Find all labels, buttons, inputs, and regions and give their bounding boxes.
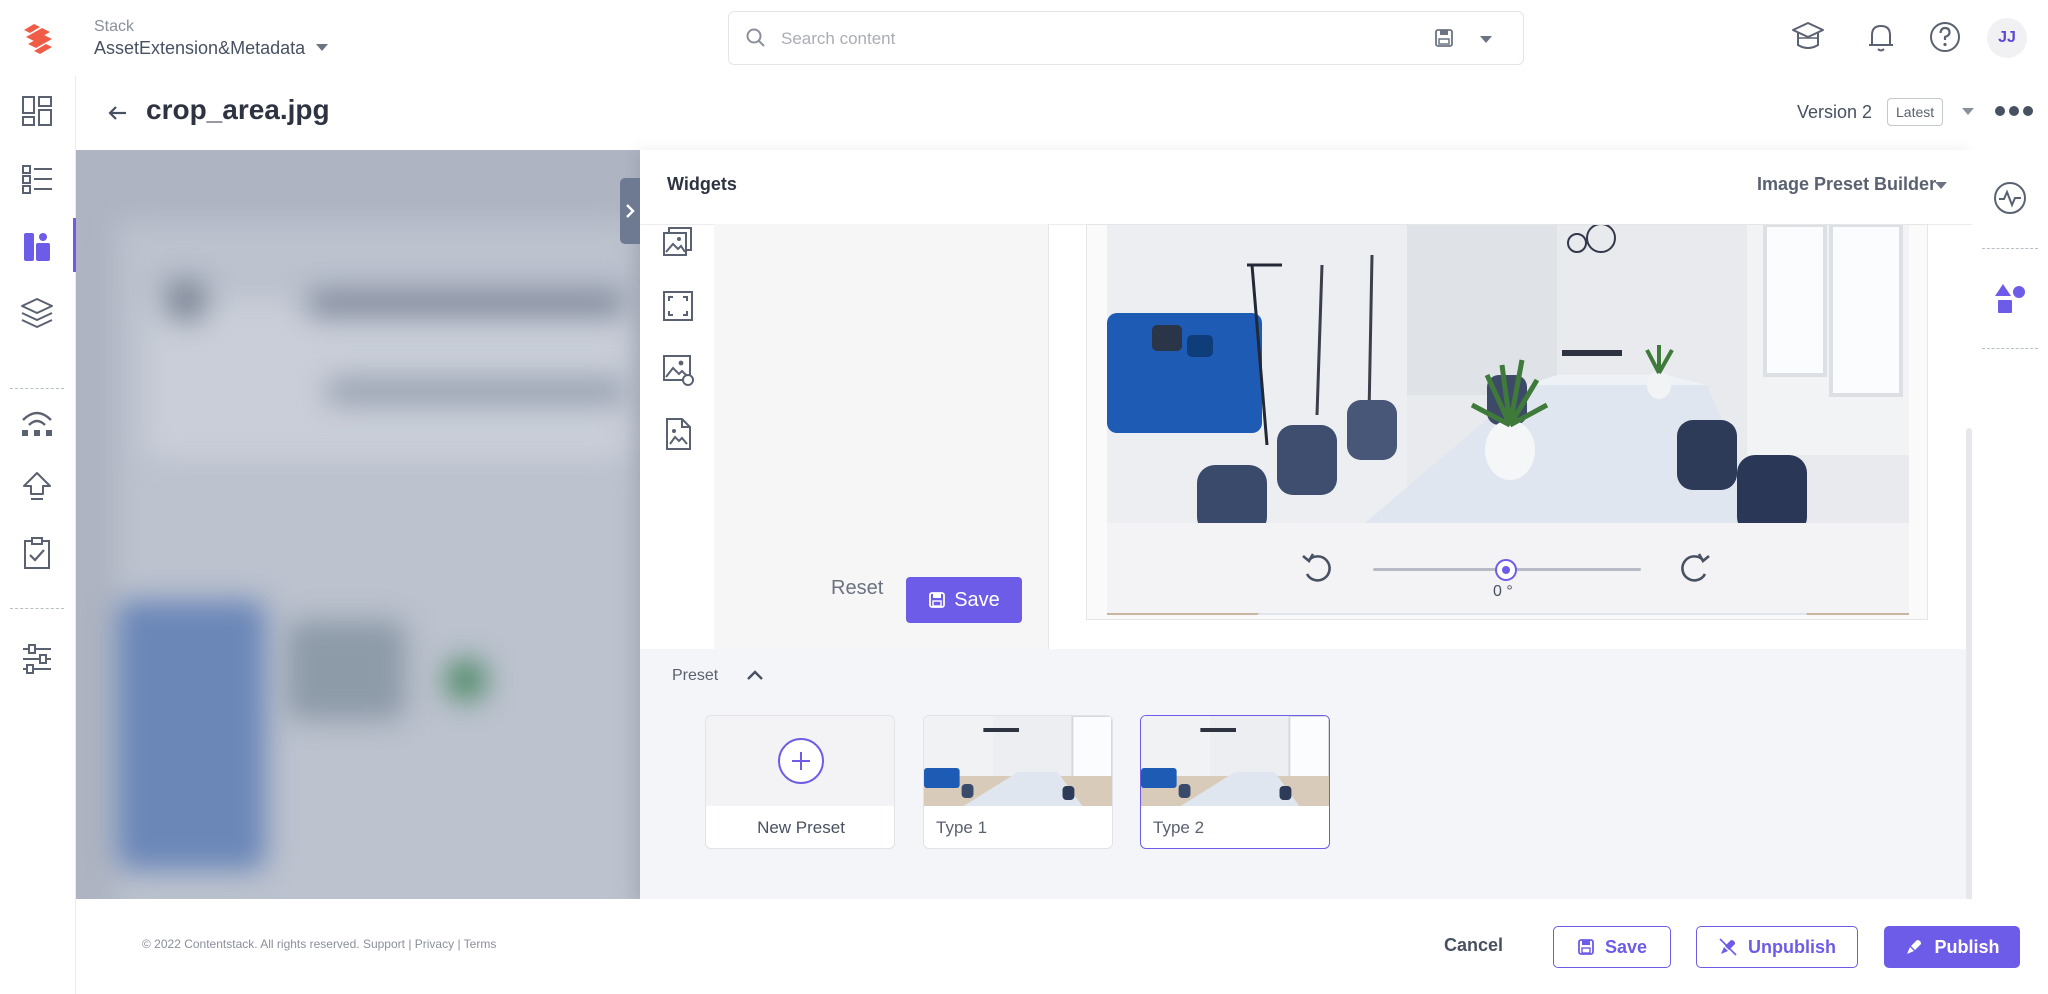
- preset-card[interactable]: Type 1: [923, 715, 1113, 849]
- assets-icon[interactable]: [18, 228, 56, 266]
- version-caret-icon[interactable]: [1962, 108, 1974, 115]
- preset-section: Preset New Preset Type 1 Type 2: [640, 649, 1966, 899]
- settings-icon[interactable]: [18, 640, 56, 678]
- shapes-icon[interactable]: [1992, 280, 2028, 316]
- image-file-icon[interactable]: [660, 416, 696, 452]
- entries-icon[interactable]: [18, 160, 56, 198]
- preset-card-new[interactable]: New Preset: [705, 715, 895, 849]
- collapse-panel-button[interactable]: [620, 178, 640, 244]
- rotate-right-icon[interactable]: [1677, 550, 1713, 586]
- unpublish-icon: [1719, 938, 1737, 956]
- logo-icon[interactable]: [20, 22, 56, 56]
- latest-badge: Latest: [1887, 98, 1944, 126]
- footer: © 2022 Contentstack. All rights reserved…: [76, 899, 2048, 994]
- back-arrow-icon[interactable]: [104, 99, 132, 127]
- rail-divider: [1982, 348, 2038, 349]
- save-icon: [929, 592, 946, 608]
- preset-card-selected[interactable]: Type 2: [1140, 715, 1330, 849]
- crop-frame-icon[interactable]: [660, 288, 696, 324]
- widget-save-button[interactable]: Save: [906, 577, 1022, 623]
- reset-button[interactable]: Reset: [831, 577, 883, 600]
- unpublish-button[interactable]: Unpublish: [1696, 926, 1858, 968]
- image-preview-card: 0 °: [1086, 224, 1928, 620]
- bell-icon[interactable]: [1862, 18, 1900, 56]
- avatar[interactable]: JJ: [1987, 18, 2027, 58]
- version-selector[interactable]: Version 2: [1797, 102, 1872, 123]
- right-rail: [1972, 150, 2048, 899]
- preset-name: Type 2: [1153, 818, 1205, 837]
- image-settings-icon[interactable]: [660, 352, 696, 388]
- unpublish-label: Unpublish: [1748, 936, 1836, 957]
- widget-selector-caret-icon[interactable]: [1935, 182, 1947, 189]
- page-title: crop_area.jpg: [146, 94, 330, 125]
- left-nav: [0, 76, 76, 994]
- stack-selector[interactable]: AssetExtension&Metadata: [94, 38, 305, 59]
- publish-button[interactable]: Publish: [1884, 926, 2020, 968]
- activity-icon[interactable]: [1992, 180, 2028, 216]
- deploy-icon[interactable]: [18, 468, 56, 506]
- academy-icon[interactable]: [1789, 18, 1827, 56]
- rocket-icon: [1907, 940, 1922, 954]
- widget-tools-area: Reset Save: [714, 224, 1049, 649]
- nav-divider: [10, 388, 64, 389]
- search-icon: [746, 28, 765, 47]
- preset-name: Type 1: [936, 818, 988, 837]
- footer-save-button[interactable]: Save: [1553, 926, 1671, 968]
- dashboard-icon[interactable]: [18, 92, 56, 130]
- image-icon[interactable]: [660, 224, 696, 260]
- footer-save-label: Save: [1604, 936, 1648, 957]
- preset-thumbnail: [1141, 716, 1329, 806]
- widget-selector[interactable]: Image Preset Builder: [1757, 174, 1936, 195]
- save-icon: [1578, 939, 1594, 955]
- stack-label: Stack: [94, 18, 135, 35]
- search-bar: [728, 11, 1524, 65]
- preset-name: New Preset: [757, 818, 845, 837]
- chevron-up-icon[interactable]: [744, 665, 766, 687]
- widget-save-label: Save: [954, 588, 1000, 611]
- extensions-icon[interactable]: [18, 402, 56, 440]
- copyright-text: © 2022 Contentstack. All rights reserved…: [142, 937, 497, 951]
- title-row: crop_area.jpg Version 2 Latest: [76, 76, 2048, 150]
- stack-caret-icon[interactable]: [316, 44, 328, 51]
- search-input[interactable]: [779, 22, 1383, 56]
- search-filter-caret-icon[interactable]: [1480, 36, 1492, 43]
- widgets-title: Widgets: [667, 174, 737, 194]
- rail-divider: [1982, 248, 2038, 249]
- preset-label: Preset: [672, 667, 719, 684]
- more-options-icon[interactable]: [1994, 104, 2034, 118]
- widgets-panel: Widgets Image Preset Builder Reset Save …: [620, 150, 1972, 902]
- plus-circle-icon: [778, 738, 824, 784]
- widgets-header: Widgets Image Preset Builder: [640, 150, 1972, 225]
- rotation-slider-handle[interactable]: [1495, 559, 1517, 581]
- preset-thumbnail: [924, 716, 1112, 806]
- content-models-icon[interactable]: [18, 294, 56, 332]
- help-icon[interactable]: [1926, 18, 1964, 56]
- rotate-left-icon[interactable]: [1299, 550, 1335, 586]
- publish-label: Publish: [1934, 936, 2000, 957]
- blurred-background: [76, 150, 640, 899]
- top-bar: Stack AssetExtension&Metadata JJ: [0, 0, 2048, 77]
- nav-divider: [10, 608, 64, 609]
- chevron-right-icon: [626, 204, 635, 218]
- cancel-button[interactable]: Cancel: [1444, 935, 1503, 956]
- tasks-icon[interactable]: [18, 534, 56, 572]
- rotation-value: 0 °: [1493, 583, 1513, 600]
- saved-search-icon[interactable]: [1433, 27, 1455, 49]
